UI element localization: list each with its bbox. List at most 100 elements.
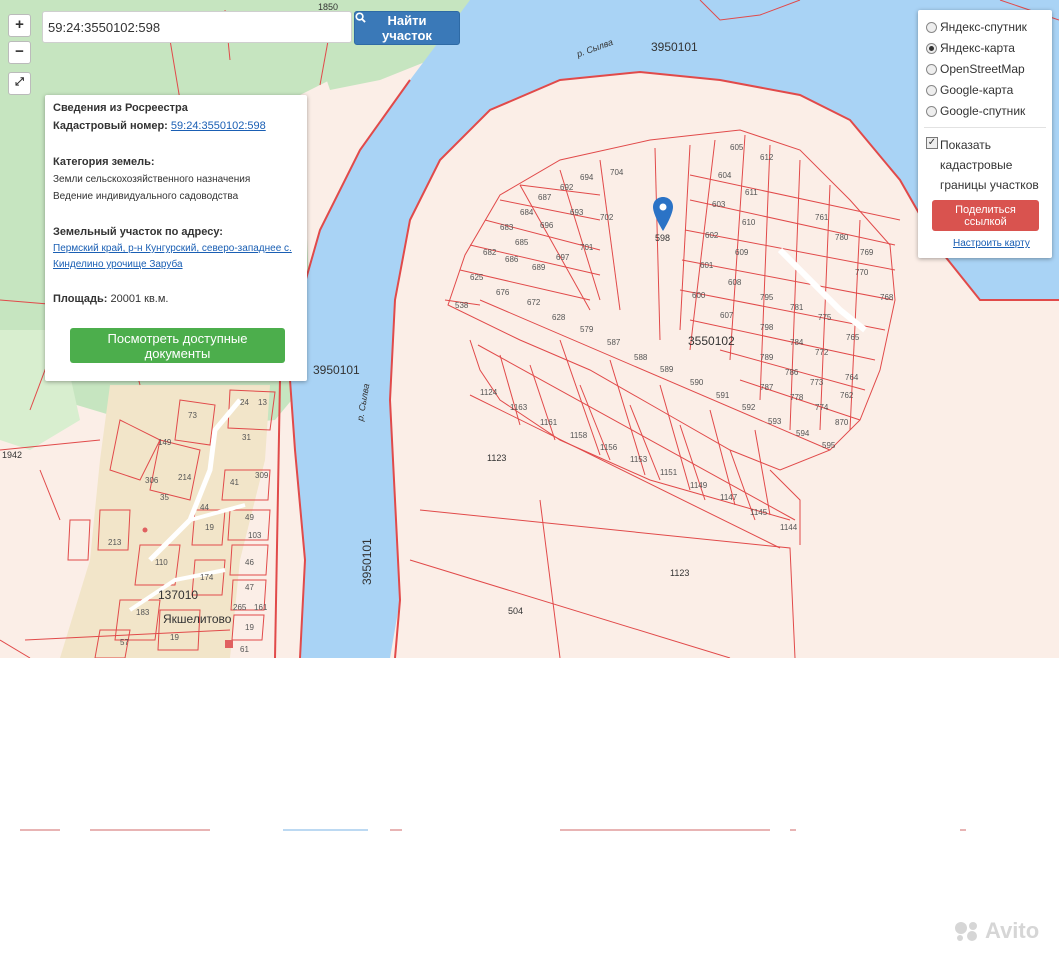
svg-text:778: 778 (790, 393, 804, 402)
svg-text:672: 672 (527, 298, 541, 307)
svg-text:772: 772 (815, 348, 829, 357)
svg-text:1158: 1158 (570, 431, 588, 440)
address-label: Земельный участок по адресу: (53, 226, 223, 238)
svg-text:697: 697 (556, 253, 570, 262)
show-borders-label-1: Показать (940, 138, 992, 152)
area-value: 20001 кв.м. (110, 293, 169, 305)
share-link-button[interactable]: Поделиться ссылкой (932, 200, 1039, 231)
block-label-vertical: 3950101 (360, 538, 374, 585)
category-line1: Земли сельскохозяйственного назначения (53, 174, 251, 185)
svg-text:775: 775 (818, 313, 832, 322)
svg-text:49: 49 (245, 513, 254, 522)
svg-text:607: 607 (720, 311, 734, 320)
svg-text:686: 686 (505, 255, 519, 264)
radio-icon[interactable] (926, 21, 937, 33)
svg-text:13: 13 (258, 398, 267, 407)
svg-text:600: 600 (692, 291, 706, 300)
svg-text:149: 149 (158, 438, 172, 447)
svg-text:628: 628 (552, 313, 566, 322)
svg-text:774: 774 (815, 403, 829, 412)
svg-text:24: 24 (240, 398, 249, 407)
view-documents-button[interactable]: Посмотреть доступные документы (70, 328, 285, 363)
svg-text:609: 609 (735, 248, 749, 257)
svg-text:611: 611 (745, 188, 758, 197)
svg-text:592: 592 (742, 403, 756, 412)
svg-text:762: 762 (840, 391, 854, 400)
avito-logo-icon (955, 922, 977, 941)
svg-text:591: 591 (716, 391, 730, 400)
search-button-label: Найти участок (382, 13, 432, 43)
svg-text:603: 603 (712, 200, 726, 209)
svg-text:608: 608 (728, 278, 742, 287)
layer-option-google-satellite[interactable]: Google-спутник (926, 104, 1025, 118)
svg-text:602: 602 (705, 231, 719, 240)
cadastral-label: Кадастровый номер: (53, 120, 168, 132)
address-link-line2[interactable]: Кинделино урочище Заруба (53, 259, 183, 270)
svg-text:610: 610 (742, 218, 756, 227)
svg-text:1147: 1147 (720, 493, 738, 502)
show-borders-checkbox[interactable]: ✓ (926, 137, 938, 149)
zoom-in-button[interactable]: + (8, 14, 31, 37)
cadastral-number-link[interactable]: 59:24:3550102:598 (171, 120, 266, 132)
layer-option-openstreetmap[interactable]: OpenStreetMap (926, 62, 1025, 76)
block-label-top: 3950101 (651, 40, 698, 54)
svg-text:682: 682 (483, 248, 497, 257)
svg-text:768: 768 (880, 293, 894, 302)
svg-text:604: 604 (718, 171, 732, 180)
svg-text:784: 784 (790, 338, 804, 347)
info-panel: Сведения из Росреестра Кадастровый номер… (45, 95, 307, 381)
cadastral-map[interactable]: 683 684 687 692 694 704 685 696 693 682 686 689 … (0, 0, 1059, 658)
radio-icon[interactable] (926, 63, 937, 75)
svg-text:781: 781 (790, 303, 804, 312)
plot-label-1123a: 1123 (487, 453, 507, 463)
svg-text:183: 183 (136, 608, 150, 617)
svg-text:683: 683 (500, 223, 514, 232)
layer-option-yandex-satellite[interactable]: Яндекс-спутник (926, 20, 1027, 34)
layer-option-google-map[interactable]: Google-карта (926, 83, 1013, 97)
plot-label-selected: 598 (655, 233, 671, 243)
plot-label-504: 504 (508, 606, 524, 616)
svg-text:214: 214 (178, 473, 192, 482)
configure-map-link[interactable]: Настроить карту (953, 238, 1030, 249)
svg-text:789: 789 (760, 353, 774, 362)
radio-selected-icon[interactable] (926, 42, 937, 54)
svg-text:702: 702 (600, 213, 614, 222)
block-label-center: 3550102 (688, 334, 735, 348)
svg-text:795: 795 (760, 293, 774, 302)
search-button[interactable]: Найти участок (354, 11, 460, 45)
svg-text:57: 57 (120, 638, 129, 647)
svg-text:1153: 1153 (630, 455, 648, 464)
svg-text:761: 761 (815, 213, 829, 222)
svg-text:44: 44 (200, 503, 209, 512)
svg-text:689: 689 (532, 263, 546, 272)
block-label-village: 137010 (158, 588, 199, 602)
svg-text:1144: 1144 (780, 523, 798, 532)
svg-text:704: 704 (610, 168, 624, 177)
avito-watermark: Avito (953, 918, 1039, 944)
location-marker-icon[interactable] (652, 196, 674, 232)
svg-text:612: 612 (760, 153, 774, 162)
svg-text:593: 593 (768, 417, 782, 426)
show-borders-label-2: кадастровые (940, 158, 1013, 172)
radio-icon[interactable] (926, 105, 937, 117)
svg-text:764: 764 (845, 373, 859, 382)
address-link-line1[interactable]: Пермский край, р-н Кунгурский, северо-за… (53, 243, 292, 254)
svg-text:590: 590 (690, 378, 704, 387)
svg-text:31: 31 (242, 433, 251, 442)
layer-option-yandex-map[interactable]: Яндекс-карта (926, 41, 1015, 55)
svg-text:696: 696 (540, 221, 554, 230)
radio-icon[interactable] (926, 84, 937, 96)
svg-text:694: 694 (580, 173, 594, 182)
fullscreen-button[interactable]: ⤢ (8, 72, 31, 95)
svg-text:685: 685 (515, 238, 529, 247)
svg-text:601: 601 (700, 261, 714, 270)
svg-text:35: 35 (160, 493, 169, 502)
svg-text:693: 693 (570, 208, 584, 217)
svg-text:787: 787 (760, 383, 774, 392)
svg-text:174: 174 (200, 573, 214, 582)
zoom-out-button[interactable]: − (8, 41, 31, 64)
svg-text:594: 594 (796, 429, 810, 438)
search-input[interactable] (42, 11, 352, 43)
svg-text:161: 161 (254, 603, 268, 612)
svg-text:213: 213 (108, 538, 122, 547)
